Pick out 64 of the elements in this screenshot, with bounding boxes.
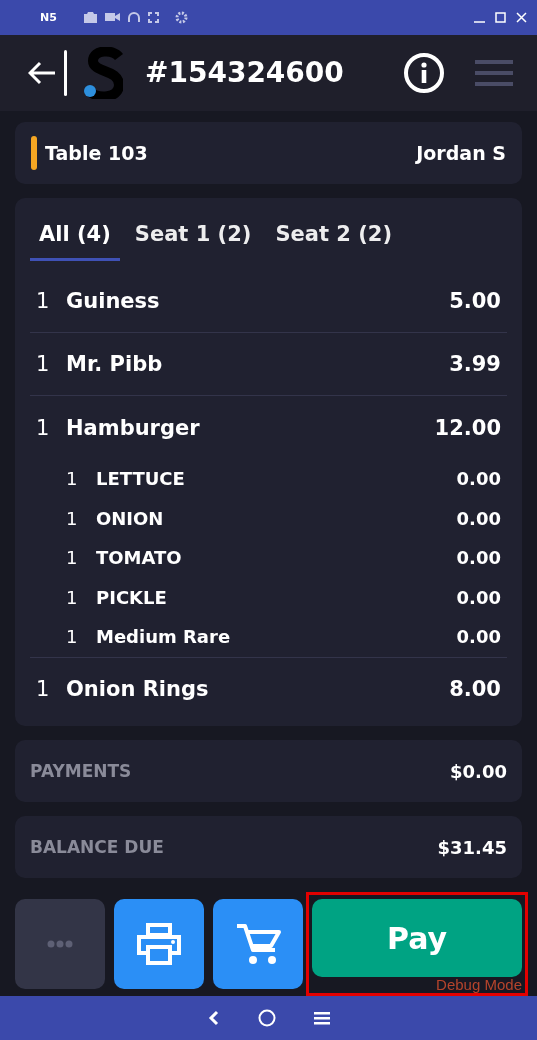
item-quantity: 1 bbox=[36, 288, 51, 313]
modifier-row[interactable]: 1 Medium Rare 0.00 bbox=[30, 617, 507, 657]
menu-icon[interactable] bbox=[313, 1011, 330, 1026]
total-value: $0.00 bbox=[450, 760, 507, 782]
logo-icon bbox=[83, 46, 123, 99]
item-name: PICKLE bbox=[96, 586, 168, 608]
close-icon[interactable] bbox=[516, 11, 527, 23]
item-quantity: 1 bbox=[36, 352, 51, 376]
order-item-row[interactable]: 1 Onion Rings 8.00 bbox=[30, 657, 507, 721]
item-price: 0.00 bbox=[456, 507, 501, 529]
total-label: PAYMENTS bbox=[30, 761, 132, 782]
emulator-title: N5 bbox=[40, 10, 58, 24]
modifier-row[interactable]: 1 TOMATO 0.00 bbox=[30, 537, 507, 578]
order-item-row[interactable]: 1 Guiness 5.00 bbox=[30, 269, 507, 332]
item-name: Medium Rare bbox=[96, 626, 232, 648]
item-price: 0.00 bbox=[456, 626, 501, 648]
item-name: ONION bbox=[96, 507, 165, 529]
debug-mode-label: Debug Mode bbox=[436, 977, 522, 993]
item-name: Guiness bbox=[66, 288, 161, 313]
item-name: TOMATO bbox=[96, 547, 183, 569]
more-icon bbox=[47, 940, 73, 949]
item-quantity: 1 bbox=[36, 415, 51, 440]
modifier-row[interactable]: 1 ONION 0.00 bbox=[30, 498, 507, 538]
item-quantity: 1 bbox=[66, 468, 79, 490]
maximize-icon[interactable] bbox=[495, 11, 506, 23]
seat-tab[interactable]: Seat 1 (2) bbox=[125, 216, 261, 262]
back-icon[interactable] bbox=[207, 1010, 220, 1027]
cart-button[interactable] bbox=[213, 899, 303, 990]
seat-tab[interactable]: All (4) bbox=[30, 216, 120, 262]
table-name: Table 103 bbox=[45, 142, 149, 165]
seat-tab[interactable]: Seat 2 (2) bbox=[266, 216, 402, 262]
item-quantity: 1 bbox=[66, 586, 79, 608]
back-arrow-icon[interactable] bbox=[28, 60, 56, 85]
home-icon[interactable] bbox=[257, 1009, 276, 1028]
server-name: Jordan S bbox=[416, 142, 506, 165]
item-name: Hamburger bbox=[66, 415, 201, 440]
item-quantity: 1 bbox=[66, 547, 79, 569]
item-name: Onion Rings bbox=[66, 677, 210, 701]
video-icon bbox=[105, 12, 120, 23]
item-quantity: 1 bbox=[66, 507, 79, 529]
item-quantity: 1 bbox=[66, 626, 79, 648]
item-price: 3.99 bbox=[449, 352, 501, 376]
order-item-row[interactable]: 1 Hamburger 12.00 bbox=[30, 396, 507, 459]
item-quantity: 1 bbox=[36, 677, 51, 701]
item-price: 0.00 bbox=[456, 468, 501, 490]
info-icon[interactable] bbox=[403, 51, 445, 94]
order-item-row[interactable]: 1 Mr. Pibb 3.99 bbox=[30, 332, 507, 396]
printer-icon bbox=[136, 923, 182, 966]
headphones-icon bbox=[128, 11, 140, 23]
item-price: 8.00 bbox=[449, 677, 501, 701]
cart-icon bbox=[235, 922, 281, 967]
item-name: Mr. Pibb bbox=[66, 352, 164, 376]
item-price: 12.00 bbox=[434, 415, 501, 440]
total-label: BALANCE DUE bbox=[30, 837, 164, 858]
fullscreen-icon bbox=[148, 11, 159, 23]
item-name: LETTUCE bbox=[96, 468, 186, 490]
item-price: 0.00 bbox=[456, 547, 501, 569]
modifier-row[interactable]: 1 LETTUCE 0.00 bbox=[30, 458, 507, 499]
modifier-row[interactable]: 1 PICKLE 0.00 bbox=[30, 577, 507, 618]
item-price: 5.00 bbox=[449, 288, 501, 313]
order-number: #154324600 bbox=[145, 56, 345, 90]
print-button[interactable] bbox=[114, 899, 204, 990]
item-price: 0.00 bbox=[456, 586, 501, 608]
total-value: $31.45 bbox=[437, 836, 507, 858]
